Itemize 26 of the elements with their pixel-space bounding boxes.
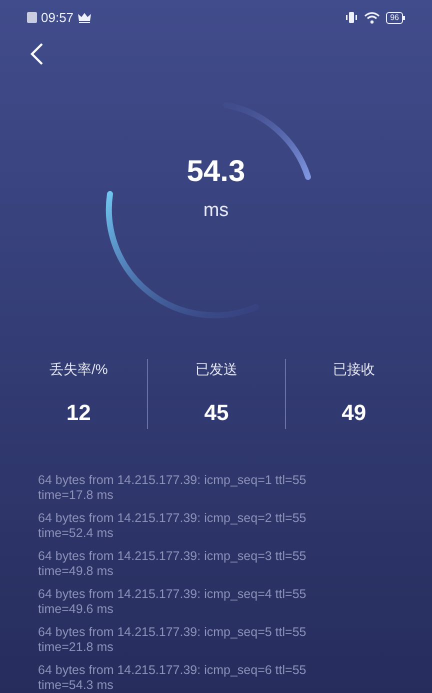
- log-line: 64 bytes from 14.215.177.39: icmp_seq=6 ttl=55: [38, 663, 308, 678]
- log-line: 64 bytes from 14.215.177.39: icmp_seq=4 ttl=55: [38, 587, 308, 602]
- log-time: time=49.8 ms: [38, 564, 114, 579]
- clock: 09:57: [41, 11, 74, 24]
- stat-value: 49: [342, 399, 366, 427]
- battery-indicator: 96: [386, 12, 405, 24]
- log-time: time=54.3 ms: [38, 678, 114, 693]
- sim-icon: [27, 12, 37, 24]
- stat-value: 12: [66, 399, 91, 427]
- log-line: 64 bytes from 14.215.177.39: icmp_seq=5 ttl=55: [38, 625, 308, 640]
- wifi-icon: [364, 12, 380, 24]
- stat-label: 丢失率/%: [49, 360, 108, 379]
- stat-value: 45: [204, 399, 229, 427]
- stat-label: 已发送: [195, 360, 238, 379]
- vibrate-icon: [345, 12, 358, 24]
- log-time: time=17.8 ms: [38, 488, 114, 503]
- log-line: 64 bytes from 14.215.177.39: icmp_seq=3 ttl=55: [38, 549, 308, 564]
- log-time: time=52.4 ms: [38, 526, 114, 541]
- log-line: 64 bytes from 14.215.177.39: icmp_seq=1 ttl=55: [38, 473, 308, 488]
- latency-value: 54.3: [186, 156, 246, 187]
- latency-unit: ms: [203, 198, 229, 223]
- crown-icon: [78, 12, 91, 23]
- stat-label: 已接收: [332, 360, 375, 379]
- log-time: time=49.6 ms: [38, 602, 114, 617]
- log-time: time=21.8 ms: [38, 640, 114, 655]
- log-line: 64 bytes from 14.215.177.39: icmp_seq=2 ttl=55: [38, 511, 308, 526]
